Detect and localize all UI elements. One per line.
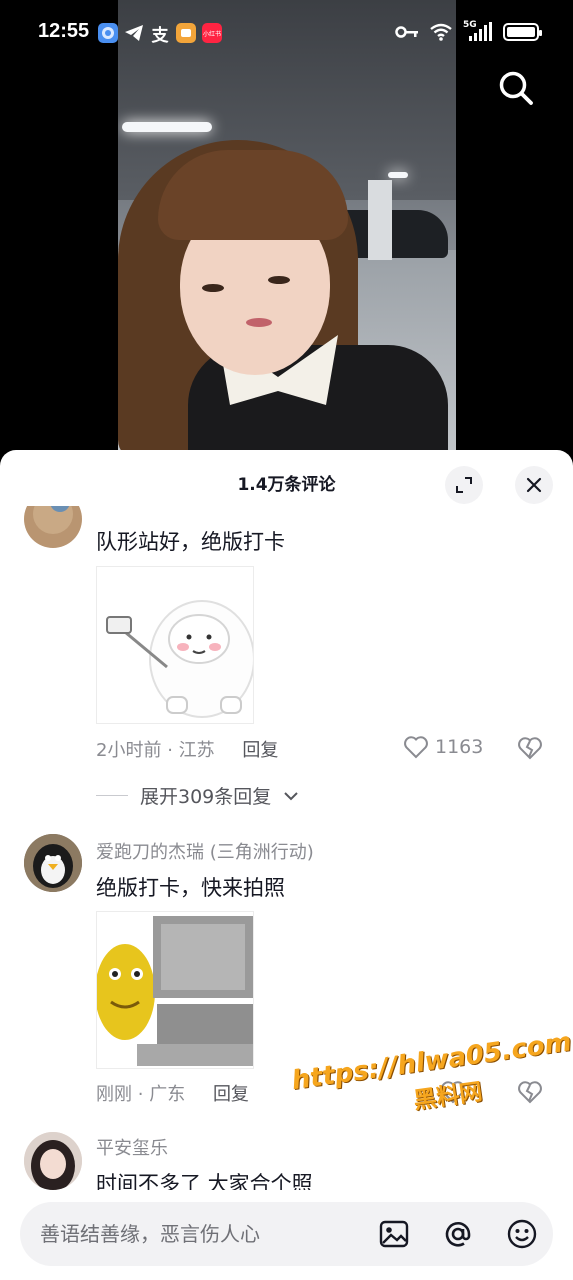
status-app-icons: 支 小红书 [98, 23, 222, 46]
video-lips [246, 318, 272, 327]
yellow-character-computer-sticker[interactable] [96, 911, 254, 1069]
meta-separator: · [167, 740, 173, 761]
search-button[interactable] [496, 68, 536, 108]
like-count: 1163 [435, 736, 484, 758]
vpn-key-icon [395, 26, 418, 38]
close-button[interactable] [515, 466, 553, 504]
dislike-button[interactable] [517, 736, 543, 764]
expand-replies-label: 展开309条回复 [140, 786, 272, 808]
alipay-icon: 支 [151, 25, 169, 46]
image-button[interactable] [378, 1218, 410, 1250]
video-frame[interactable] [118, 0, 456, 460]
status-bar: 12:55 支 小红书 5G [0, 0, 573, 66]
emoji-button[interactable] [506, 1218, 538, 1250]
image-icon [379, 1220, 409, 1248]
comment-input-box[interactable] [20, 1202, 553, 1266]
mention-button[interactable] [442, 1218, 474, 1250]
expand-icon [456, 477, 472, 493]
browser-app-icon [98, 23, 118, 43]
video-ceiling-light [388, 172, 408, 178]
like-button[interactable]: 1163 [403, 735, 483, 759]
search-icon [499, 71, 533, 105]
expand-button[interactable] [445, 466, 483, 504]
video-pillar [368, 180, 392, 260]
comment-meta: 刚刚 · 广东 回复 [96, 1080, 249, 1106]
comment-author[interactable]: 爱跑刀的杰瑞 (三角洲行动) [96, 838, 314, 864]
comment-sheet: 1.4万条评论 队形站好，绝版打卡 2小时前 · 江苏 回复 1163 展开30… [0, 450, 573, 1280]
cellular-signal-icon: 5G [463, 20, 493, 42]
video-ceiling-light [122, 122, 212, 132]
broken-heart-icon [518, 737, 542, 760]
app-icon [176, 23, 196, 43]
video-eye [202, 284, 224, 292]
avatar[interactable] [24, 834, 82, 892]
video-area[interactable] [0, 0, 573, 460]
divider-line [96, 795, 128, 796]
at-sign-icon [445, 1221, 471, 1247]
avatar[interactable] [24, 506, 82, 548]
close-icon [526, 477, 542, 493]
comment-text: 绝版打卡，快来拍照 [96, 876, 285, 900]
comment-input[interactable] [40, 1202, 360, 1266]
heart-icon [404, 736, 428, 759]
video-eye [268, 276, 290, 284]
comment-location: 广东 [149, 1084, 186, 1105]
meta-separator: · [137, 1084, 144, 1105]
network-type-label: 5G [463, 20, 477, 30]
comment-meta: 2小时前 · 江苏 回复 [96, 736, 278, 762]
emoji-icon [507, 1219, 537, 1249]
status-right-group: 5G [395, 20, 542, 42]
reply-button[interactable]: 回复 [242, 740, 278, 761]
chevron-down-icon [284, 791, 298, 800]
battery-icon [503, 23, 542, 41]
comment-author[interactable]: 平安玺乐 [96, 1134, 168, 1160]
telegram-icon [124, 23, 144, 43]
video-bangs [158, 150, 348, 240]
bunny-selfie-sticker[interactable] [96, 566, 254, 724]
expand-replies-button[interactable]: 展开309条回复 [96, 782, 299, 809]
status-time: 12:55 [38, 20, 90, 42]
comment-text: 队形站好，绝版打卡 [96, 530, 285, 554]
comment-text: 时间不多了 大家合个照 [96, 1172, 313, 1192]
comment-location: 江苏 [178, 740, 215, 761]
comment-time: 刚刚 [96, 1084, 132, 1105]
avatar[interactable] [24, 1132, 82, 1190]
comment-time: 2小时前 [96, 740, 162, 761]
reply-button[interactable]: 回复 [213, 1084, 249, 1105]
wifi-icon [430, 23, 452, 41]
comment-count-title: 1.4万条评论 [237, 475, 336, 495]
comment-input-bar [0, 1190, 573, 1280]
xiaohongshu-icon: 小红书 [202, 23, 222, 43]
battery-level [507, 27, 535, 37]
